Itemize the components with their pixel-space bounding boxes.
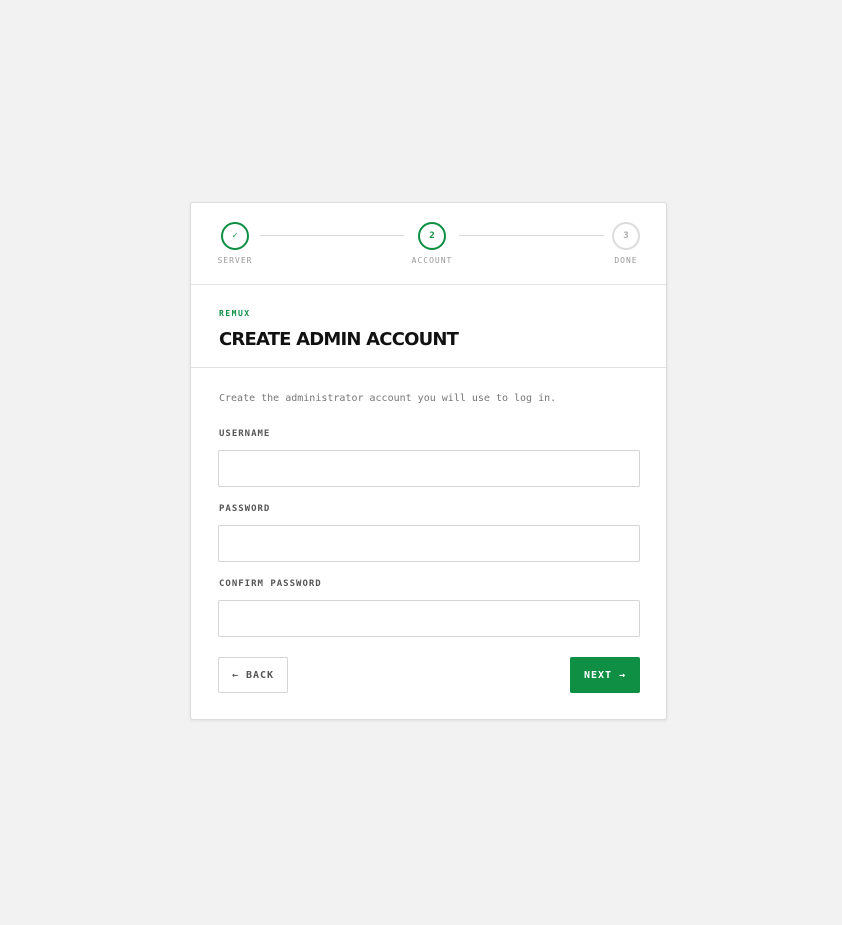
step-account-label: ACCOUNT — [411, 256, 453, 265]
step-done-number: 3 — [612, 222, 640, 250]
setup-card: ✓ SERVER 2 ACCOUNT 3 DONE REMUX CREATE A… — [190, 202, 667, 720]
step-connector — [260, 235, 404, 236]
username-input[interactable] — [218, 450, 640, 487]
page-title: CREATE ADMIN ACCOUNT — [219, 329, 459, 350]
password-label: PASSWORD — [219, 504, 271, 514]
step-account-number: 2 — [418, 222, 446, 250]
step-done-label: DONE — [614, 256, 638, 265]
brand-eyebrow: REMUX — [219, 309, 251, 318]
step-connector — [459, 235, 604, 236]
next-button[interactable]: NEXT → — [570, 657, 640, 693]
setup-stepper: ✓ SERVER 2 ACCOUNT 3 DONE — [191, 203, 666, 285]
confirm-password-input[interactable] — [218, 600, 640, 637]
form-description: Create the administrator account you wil… — [219, 393, 557, 404]
step-server-check-icon: ✓ — [221, 222, 249, 250]
username-label: USERNAME — [219, 429, 271, 439]
card-header: REMUX CREATE ADMIN ACCOUNT — [191, 285, 666, 368]
step-server-label: SERVER — [217, 256, 253, 265]
password-input[interactable] — [218, 525, 640, 562]
confirm-password-label: CONFIRM PASSWORD — [219, 579, 322, 589]
back-button[interactable]: ← BACK — [218, 657, 288, 693]
